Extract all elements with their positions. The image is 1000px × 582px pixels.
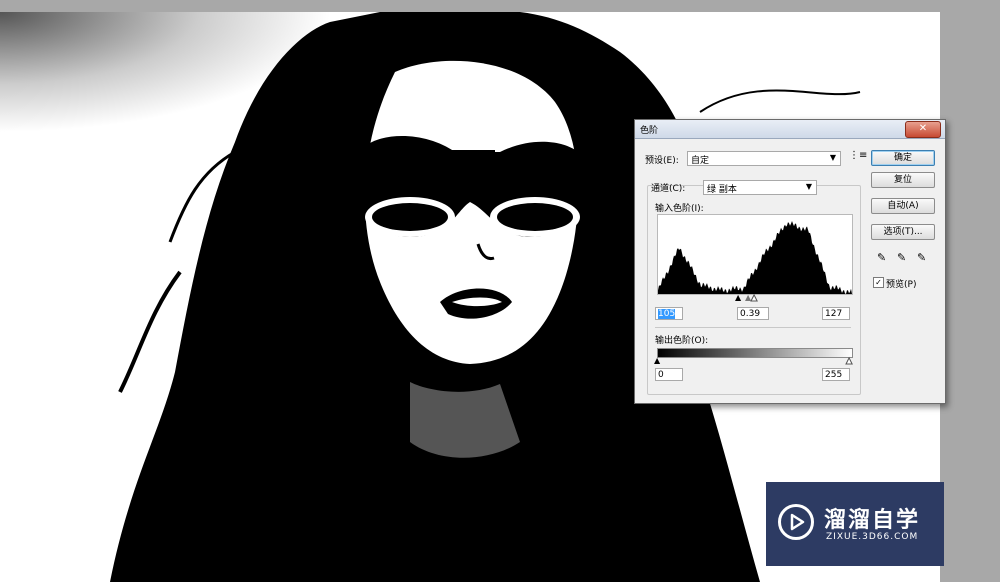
white-eyedropper-icon[interactable]: ✎ (917, 251, 926, 264)
chevron-down-icon: ▼ (829, 153, 836, 162)
input-levels-label: 输入色阶(I): (655, 204, 704, 214)
input-gamma-field[interactable]: 0.39 (737, 307, 769, 320)
watermark-title: 溜溜自学 (824, 508, 921, 533)
output-black-value: 0 (658, 370, 664, 380)
input-black-field[interactable]: 105 (655, 307, 683, 320)
input-black-slider[interactable]: ▲ (735, 294, 741, 302)
preset-value: 自定 (691, 156, 710, 166)
watermark-url: ZIXUE.3D66.COM (826, 532, 919, 542)
preset-select[interactable]: 自定 ▼ (687, 151, 841, 166)
input-white-slider[interactable]: ▲ (750, 293, 757, 302)
dialog-titlebar[interactable]: 色阶 ✕ (635, 120, 945, 139)
auto-button[interactable]: 自动(A) (871, 198, 935, 214)
gray-eyedropper-icon[interactable]: ✎ (897, 251, 906, 264)
output-white-slider[interactable]: ▲ (845, 356, 852, 365)
output-white-value: 255 (825, 370, 843, 380)
input-gamma-value: 0.39 (740, 309, 761, 319)
channel-select[interactable]: 绿 副本 ▼ (703, 180, 817, 195)
chevron-down-icon: ▼ (805, 182, 812, 191)
options-button[interactable]: 选项(T)... (871, 224, 935, 240)
workspace-background (0, 0, 1000, 12)
channel-label: 通道(C): (651, 184, 686, 194)
watermark-banner: 溜溜自学 ZIXUE.3D66.COM (766, 482, 944, 566)
reset-button[interactable]: 复位 (871, 172, 935, 188)
workspace-background-right (940, 12, 1000, 582)
close-button[interactable]: ✕ (905, 121, 941, 138)
output-black-slider[interactable]: ▲ (654, 357, 660, 365)
output-white-field[interactable]: 255 (822, 368, 850, 381)
play-logo-icon (778, 504, 814, 540)
output-levels-label: 输出色阶(O): (655, 336, 709, 346)
output-gradient (657, 348, 853, 358)
input-black-value: 105 (658, 309, 676, 319)
divider (655, 327, 851, 328)
menu-icon[interactable]: ⋮≡ (849, 150, 867, 161)
ok-button[interactable]: 确定 (871, 150, 935, 166)
output-black-field[interactable]: 0 (655, 368, 683, 381)
preview-checkbox[interactable]: ✓ (873, 277, 884, 288)
input-white-field[interactable]: 127 (822, 307, 850, 320)
preview-label: 预览(P) (886, 280, 917, 290)
input-white-value: 127 (825, 309, 843, 319)
levels-dialog: 色阶 ✕ 预设(E): 自定 ▼ ⋮≡ 确定 复位 自动(A) 选项(T)...… (634, 119, 946, 404)
preset-label: 预设(E): (645, 156, 679, 166)
black-eyedropper-icon[interactable]: ✎ (877, 251, 886, 264)
dialog-title: 色阶 (640, 126, 659, 136)
channel-value: 绿 副本 (707, 185, 737, 195)
histogram (657, 214, 853, 295)
